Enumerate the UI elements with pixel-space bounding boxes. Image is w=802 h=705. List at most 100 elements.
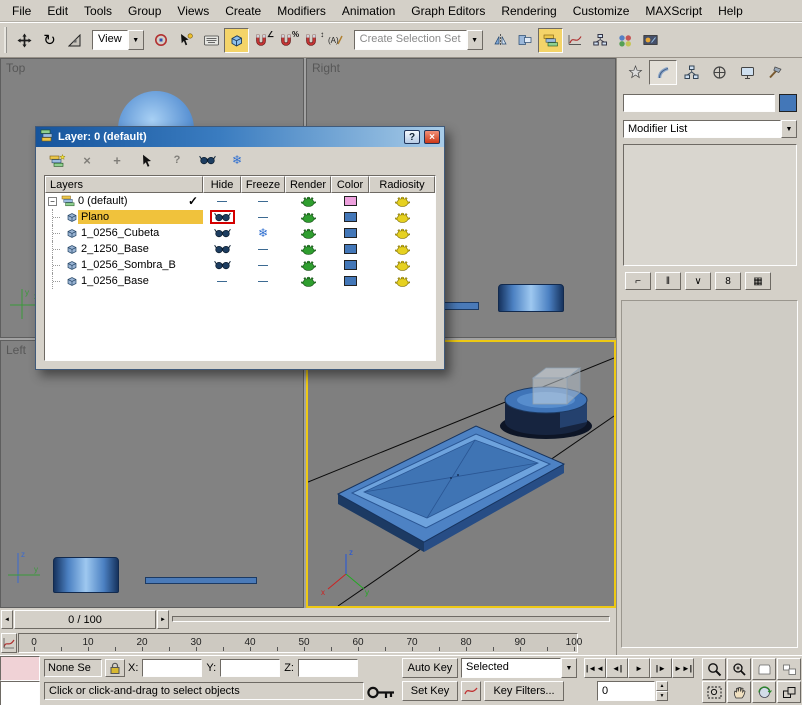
object-name-field[interactable] xyxy=(623,94,775,112)
freeze-cell[interactable]: — xyxy=(241,257,285,273)
menu-modifiers[interactable]: Modifiers xyxy=(269,1,334,21)
scene-object-cylinder[interactable] xyxy=(498,284,564,312)
zoom-extents-all-button[interactable] xyxy=(777,658,801,680)
scene-object-glass-box[interactable] xyxy=(533,368,580,404)
freeze-cell[interactable]: ❄ xyxy=(241,225,285,241)
configure-modifier-sets-button[interactable]: ▦ xyxy=(745,272,771,290)
delete-layer-button[interactable]: × xyxy=(76,151,98,169)
dialog-titlebar[interactable]: Layer: 0 (default) ? × xyxy=(36,127,444,147)
menu-animation[interactable]: Animation xyxy=(334,1,403,21)
render-cell[interactable] xyxy=(285,257,331,273)
expander-icon[interactable]: − xyxy=(48,197,57,206)
chevron-down-icon[interactable]: ▼ xyxy=(128,30,144,50)
chevron-down-icon[interactable]: ▼ xyxy=(561,658,577,678)
key-mode-dropdown[interactable]: Selected ▼ xyxy=(461,658,577,678)
pin-stack-button[interactable]: ⌐ xyxy=(625,272,651,290)
hide-cell[interactable] xyxy=(203,257,241,273)
column-header-freeze[interactable]: Freeze xyxy=(241,176,285,193)
color-cell[interactable] xyxy=(331,209,369,225)
render-cell[interactable] xyxy=(285,225,331,241)
color-cell[interactable] xyxy=(331,241,369,257)
radiosity-cell[interactable] xyxy=(369,193,435,209)
zoom-region-button[interactable] xyxy=(702,681,726,703)
radiosity-cell[interactable] xyxy=(369,209,435,225)
render-cell[interactable] xyxy=(285,241,331,257)
material-editor-icon[interactable] xyxy=(613,28,638,53)
radiosity-cell[interactable] xyxy=(369,225,435,241)
freeze-cell[interactable]: — xyxy=(241,193,285,209)
frame-spinner[interactable]: ▲▼ xyxy=(656,681,668,701)
hide-cell[interactable] xyxy=(203,225,241,241)
dialog-help-button[interactable]: ? xyxy=(404,130,420,144)
column-header-layers[interactable]: Layers xyxy=(45,176,203,193)
chevron-down-icon[interactable]: ▼ xyxy=(467,30,483,50)
layer-row-label[interactable]: 2_1250_Base xyxy=(78,242,203,256)
layer-row-1-0256-base[interactable]: 1_0256_Base — — xyxy=(45,273,435,289)
track-bar-ruler[interactable]: 0102030405060708090100 xyxy=(18,633,578,653)
go-to-end-button[interactable]: ►►| xyxy=(672,658,694,678)
modifier-list-dropdown[interactable]: Modifier List ▼ xyxy=(623,120,797,138)
add-to-layer-button[interactable]: + xyxy=(106,151,128,169)
hide-cell[interactable] xyxy=(203,209,241,225)
render-cell[interactable] xyxy=(285,193,331,209)
color-cell[interactable] xyxy=(331,225,369,241)
radiosity-cell[interactable] xyxy=(369,241,435,257)
align-icon[interactable] xyxy=(513,28,538,53)
arc-rotate-button[interactable] xyxy=(752,681,776,703)
select-and-move-icon[interactable] xyxy=(12,28,37,53)
zoom-all-button[interactable] xyxy=(727,658,751,680)
coord-field-y[interactable] xyxy=(220,659,280,677)
tab-modify[interactable] xyxy=(649,60,677,85)
color-cell[interactable] xyxy=(331,193,369,209)
macro-recorder-mini-listener[interactable] xyxy=(0,656,40,681)
previous-frame-button[interactable]: ◄| xyxy=(606,658,628,678)
layer-row-label[interactable]: 1_0256_Cubeta xyxy=(78,226,203,240)
menu-file[interactable]: File xyxy=(4,1,39,21)
coord-field-z[interactable] xyxy=(298,659,358,677)
next-frame-button[interactable]: |► xyxy=(650,658,672,678)
hide-cell[interactable] xyxy=(203,241,241,257)
color-cell[interactable] xyxy=(331,273,369,289)
layer-row-plano[interactable]: Plano — xyxy=(45,209,435,225)
layer-row-2-1250-base[interactable]: 2_1250_Base — xyxy=(45,241,435,257)
menu-customize[interactable]: Customize xyxy=(565,1,638,21)
maxscript-mini-listener[interactable] xyxy=(0,681,40,705)
show-end-result-button[interactable]: ‖ xyxy=(655,272,681,290)
modifier-stack[interactable] xyxy=(623,144,797,266)
render-cell[interactable] xyxy=(285,273,331,289)
render-setup-icon[interactable] xyxy=(638,28,663,53)
percent-snap-toggle-icon[interactable]: % xyxy=(274,28,299,53)
set-keys-key-icon[interactable] xyxy=(366,684,396,704)
angle-snap-toggle-icon[interactable]: ∠ xyxy=(249,28,274,53)
radiosity-cell[interactable] xyxy=(369,273,435,289)
freeze-cell[interactable]: — xyxy=(241,241,285,257)
layer-row-label[interactable]: 1_0256_Sombra_B xyxy=(78,258,203,272)
hide-cell[interactable]: — xyxy=(203,193,241,209)
keyboard-shortcut-override-icon[interactable] xyxy=(199,28,224,53)
remove-modifier-button[interactable]: 8 xyxy=(715,272,741,290)
layer-help-button[interactable]: ? xyxy=(166,151,188,169)
default-in-out-tangents-button[interactable] xyxy=(461,681,481,701)
render-cell[interactable] xyxy=(285,209,331,225)
open-mini-curve-editor-button[interactable] xyxy=(1,633,17,653)
zoom-button[interactable] xyxy=(702,658,726,680)
menu-group[interactable]: Group xyxy=(120,1,169,21)
radiosity-cell[interactable] xyxy=(369,257,435,273)
mirror-icon[interactable] xyxy=(488,28,513,53)
scene-object-bar[interactable] xyxy=(145,577,257,584)
layer-row-label[interactable]: 0 (default) xyxy=(75,194,203,208)
freeze-cell[interactable]: — xyxy=(241,209,285,225)
menu-tools[interactable]: Tools xyxy=(76,1,120,21)
tab-hierarchy[interactable] xyxy=(677,60,705,85)
tab-display[interactable] xyxy=(733,60,761,85)
create-selection-set-combo[interactable]: Create Selection Set▼ xyxy=(354,30,483,50)
menu-views[interactable]: Views xyxy=(169,1,217,21)
layer-row-label[interactable]: 1_0256_Base xyxy=(78,274,203,288)
freeze-toggle-button[interactable]: ❄ xyxy=(226,151,248,169)
edit-named-selection-sets-icon[interactable]: (A) xyxy=(324,28,349,53)
column-header-color[interactable]: Color xyxy=(331,176,369,193)
key-filters-button[interactable]: Key Filters... xyxy=(484,681,564,701)
column-header-radiosity[interactable]: Radiosity xyxy=(369,176,435,193)
viewport-left[interactable]: zy Left xyxy=(0,340,304,608)
reference-coordinate-dropdown[interactable]: View▼ xyxy=(92,30,144,50)
